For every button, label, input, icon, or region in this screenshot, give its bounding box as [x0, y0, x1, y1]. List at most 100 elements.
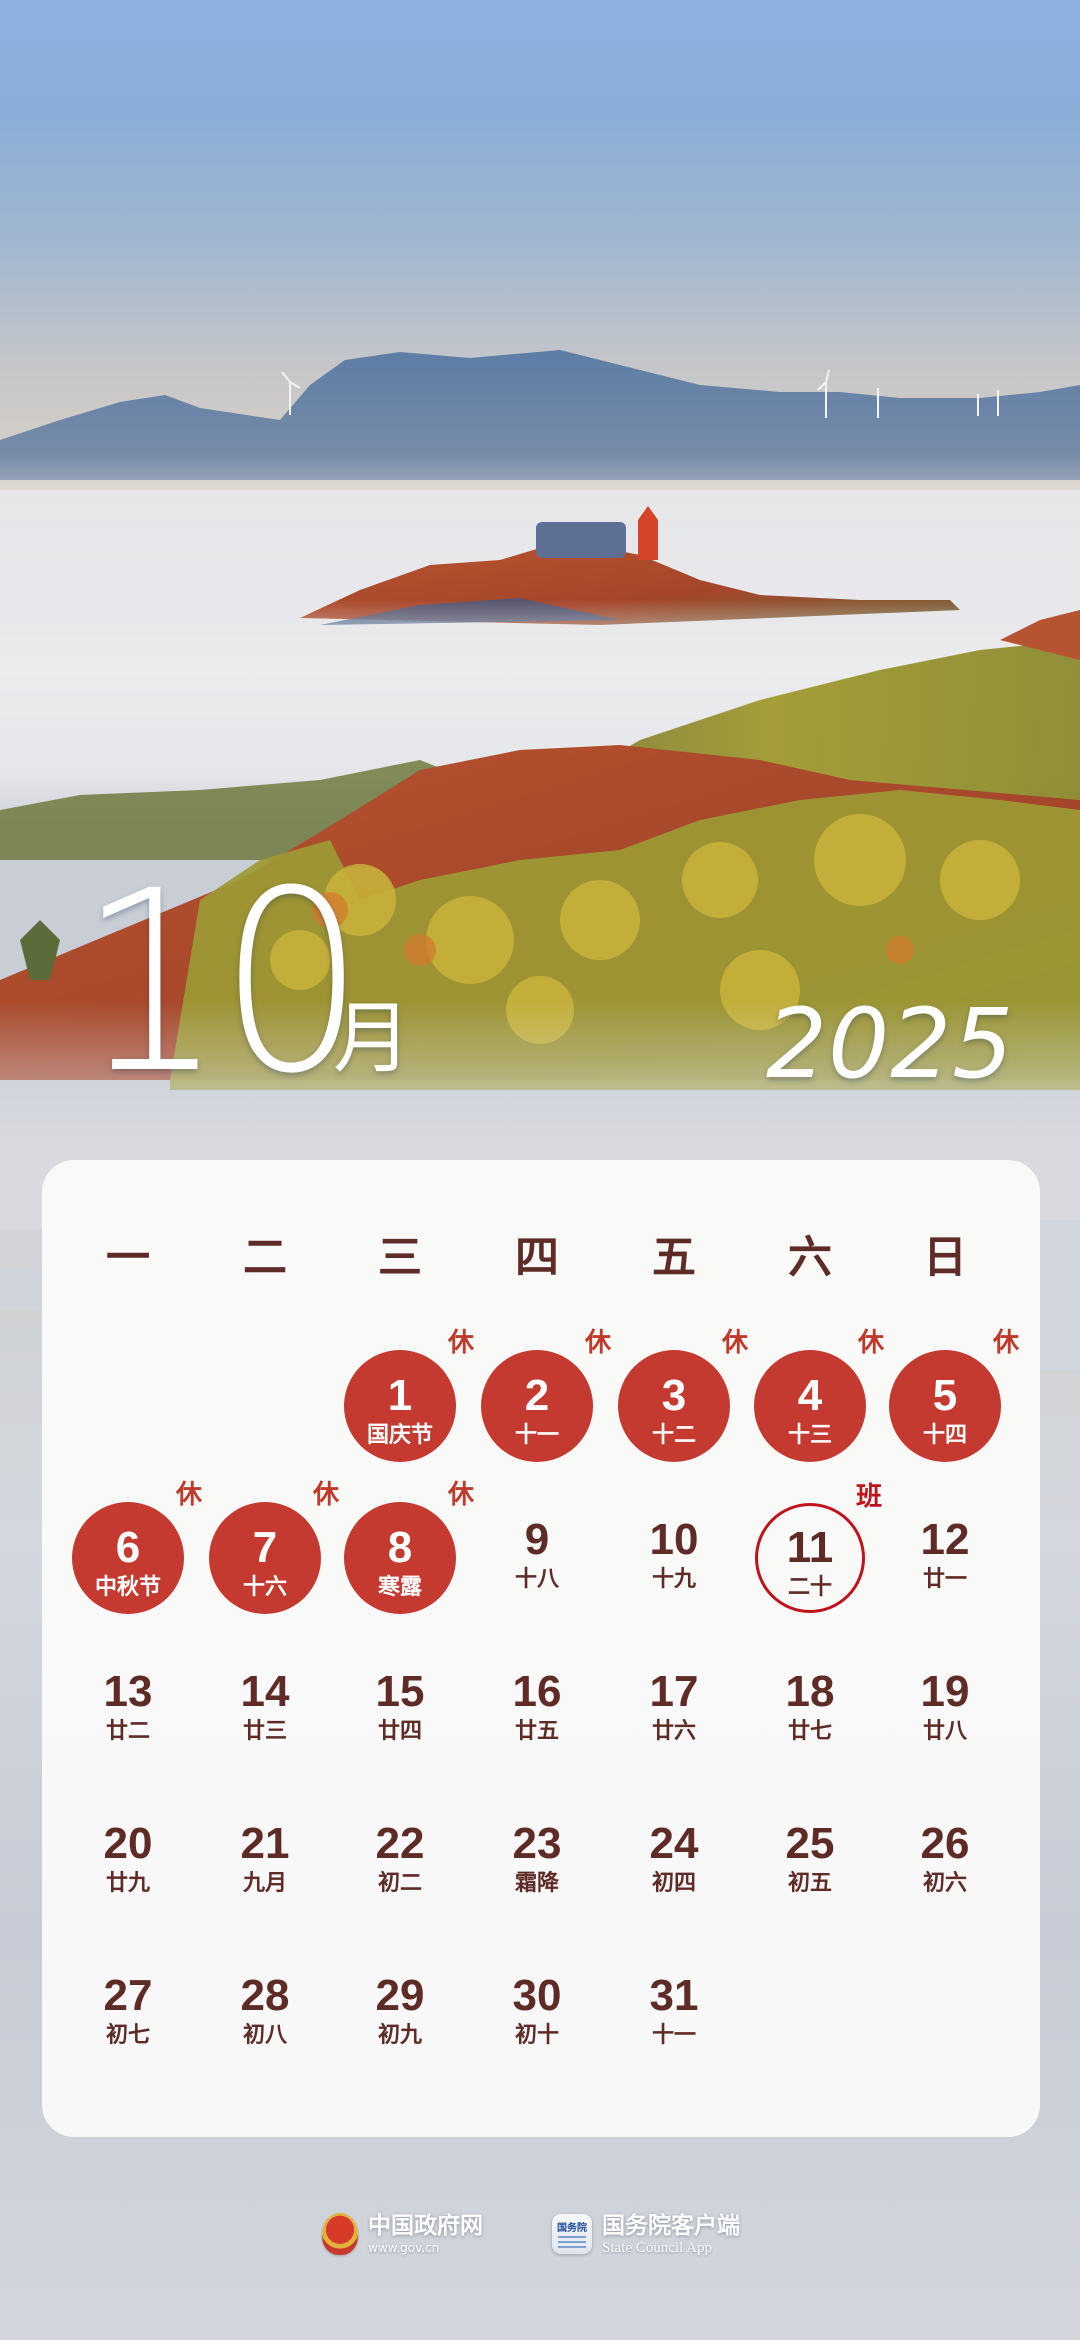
day-cell[interactable]: 24 初四	[614, 1808, 734, 1928]
lunar-date: 廿九	[105, 1871, 150, 1896]
day-number: 7	[252, 1523, 278, 1572]
day-cell[interactable]: 2 十一 休	[477, 1328, 611, 1470]
lunar-date: 廿四	[377, 1719, 422, 1744]
lunar-date: 十三	[787, 1423, 832, 1448]
day-cell[interactable]: 12 廿一	[885, 1504, 1005, 1624]
lunar-date: 廿一	[922, 1567, 967, 1592]
day-cell[interactable]: 17 廿六	[614, 1656, 734, 1776]
lunar-date: 廿八	[922, 1719, 967, 1744]
day-number: 15	[375, 1667, 425, 1716]
gov-brand-url: www.gov.cn	[368, 2241, 440, 2255]
day-cell[interactable]: 3 十二 休	[614, 1328, 748, 1470]
lunar-date: 寒露	[377, 1575, 422, 1600]
app-brand-title: 国务院客户端	[602, 2213, 740, 2239]
workday-badge: 班	[855, 1482, 882, 1512]
day-cell[interactable]: 14 廿三	[205, 1656, 325, 1776]
day-number: 29	[375, 1971, 425, 2020]
rest-day-badge: 休	[857, 1328, 884, 1358]
day-number: 6	[115, 1523, 141, 1572]
day-cell[interactable]: 11 二十 班	[750, 1482, 882, 1622]
day-number: 17	[649, 1667, 699, 1716]
lunar-date: 十二	[651, 1423, 696, 1448]
day-number: 2	[524, 1371, 550, 1420]
day-number: 12	[920, 1515, 970, 1564]
day-cell[interactable]: 9 十八	[477, 1504, 597, 1624]
day-number: 27	[103, 1971, 153, 2020]
day-number: 30	[512, 1971, 562, 2020]
lunar-date: 初二	[377, 1871, 422, 1896]
day-number: 22	[375, 1819, 425, 1868]
rest-day-badge: 休	[447, 1480, 474, 1510]
day-cell[interactable]: 7 十六 休	[205, 1480, 339, 1622]
rest-day-badge: 休	[992, 1328, 1019, 1358]
lunar-date: 廿六	[651, 1719, 696, 1744]
day-cell[interactable]: 15 廿四	[340, 1656, 460, 1776]
day-cell[interactable]: 25 初五	[750, 1808, 870, 1928]
day-cell[interactable]: 26 初六	[885, 1808, 1005, 1928]
rest-day-badge: 休	[447, 1328, 474, 1358]
weekday-label: 五	[652, 1232, 696, 1283]
day-cell[interactable]: 18 廿七	[750, 1656, 870, 1776]
day-number: 24	[649, 1819, 699, 1868]
day-number: 21	[240, 1819, 290, 1868]
day-number: 11	[786, 1523, 834, 1572]
lunar-date: 初五	[787, 1871, 832, 1896]
weekday-label: 日	[923, 1232, 967, 1283]
day-number: 10	[649, 1515, 699, 1564]
lunar-date: 廿三	[242, 1719, 287, 1744]
day-cell[interactable]: 31 十一	[614, 1960, 734, 2080]
lunar-date: 十六	[242, 1575, 287, 1600]
day-number: 20	[103, 1819, 153, 1868]
day-number: 23	[512, 1819, 562, 1868]
day-cell[interactable]: 4 十三 休	[750, 1328, 884, 1470]
lunar-date: 九月	[242, 1871, 287, 1896]
day-number: 31	[649, 1971, 699, 2020]
lunar-date: 初七	[105, 2023, 150, 2048]
rest-day-badge: 休	[584, 1328, 611, 1358]
day-cell[interactable]: 6 中秋节 休	[68, 1480, 202, 1622]
red-tower	[638, 520, 658, 560]
rest-day-badge: 休	[175, 1480, 202, 1510]
day-cell[interactable]: 27 初七	[68, 1960, 188, 2080]
lunar-date: 廿七	[787, 1719, 832, 1744]
lunar-date: 初四	[651, 1871, 696, 1896]
day-number: 16	[512, 1667, 562, 1716]
day-number: 14	[240, 1667, 290, 1716]
lunar-date: 初九	[377, 2023, 422, 2048]
day-number: 5	[932, 1371, 958, 1420]
gov-brand-title: 中国政府网	[368, 2213, 483, 2239]
day-cell[interactable]: 13 廿二	[68, 1656, 188, 1776]
day-cell[interactable]: 1 国庆节 休	[340, 1328, 474, 1470]
rest-day-badge: 休	[721, 1328, 748, 1358]
day-number: 13	[103, 1667, 153, 1716]
year-label: 2025	[766, 988, 1015, 1100]
day-cell[interactable]: 20 廿九	[68, 1808, 188, 1928]
lunar-date: 十一	[514, 1423, 559, 1448]
lunar-date: 十四	[922, 1423, 967, 1448]
day-cell[interactable]: 23 霜降	[477, 1808, 597, 1928]
day-cell[interactable]: 10 十九	[614, 1504, 734, 1624]
day-cell[interactable]: 19 廿八	[885, 1656, 1005, 1776]
weekday-label: 二	[243, 1232, 287, 1283]
gov-brand[interactable]: 中国政府网 www.gov.cn	[322, 2206, 483, 2262]
day-number: 8	[387, 1523, 413, 1572]
lunar-date: 初十	[514, 2023, 559, 2048]
lunar-date: 初六	[922, 1871, 967, 1896]
day-cell[interactable]: 28 初八	[205, 1960, 325, 2080]
weekday-label: 一	[106, 1232, 150, 1283]
app-brand-subtitle: State Council App	[602, 2240, 712, 2256]
day-cell[interactable]: 8 寒露 休	[340, 1480, 474, 1622]
month-label: 月	[333, 994, 412, 1084]
day-cell[interactable]: 5 十四 休	[885, 1328, 1019, 1470]
day-cell[interactable]: 21 九月	[205, 1808, 325, 1928]
day-cell[interactable]: 29 初九	[340, 1960, 460, 2080]
day-cell[interactable]: 16 廿五	[477, 1656, 597, 1776]
day-cell[interactable]: 30 初十	[477, 1960, 597, 2080]
state-council-app-icon: 国务院	[552, 2214, 592, 2254]
state-council-app-brand[interactable]: 国务院 国务院客户端 State Council App	[552, 2206, 740, 2262]
lunar-date: 廿二	[105, 1719, 150, 1744]
day-cell[interactable]: 22 初二	[340, 1808, 460, 1928]
lunar-date: 十九	[651, 1567, 696, 1592]
lunar-date: 廿五	[514, 1719, 559, 1744]
month-number: 10	[78, 837, 365, 1128]
